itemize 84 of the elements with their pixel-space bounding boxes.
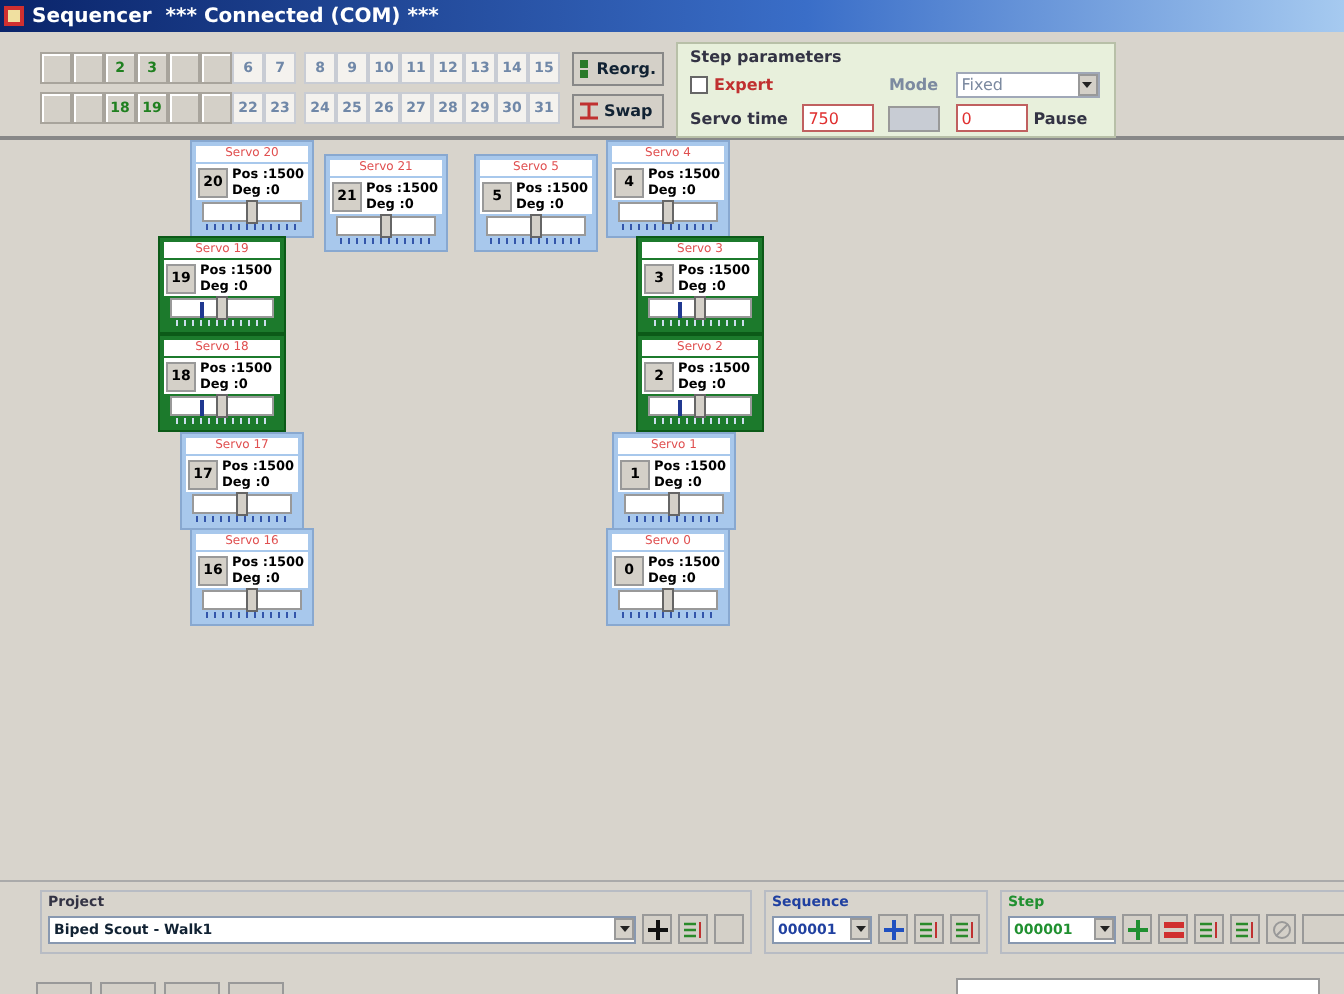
servo-slider[interactable] — [648, 396, 752, 416]
servo-toggle-button[interactable] — [40, 92, 72, 124]
tick-marks — [622, 224, 714, 232]
slider-thumb[interactable] — [662, 200, 674, 224]
equals-icon — [1163, 921, 1183, 937]
mode-label: Mode — [888, 76, 941, 94]
reorder-button[interactable] — [914, 914, 944, 944]
reorder-button[interactable] — [1194, 914, 1224, 944]
servo-slider[interactable] — [336, 216, 436, 236]
reorder-button[interactable] — [678, 914, 708, 944]
servo-slider[interactable] — [624, 494, 724, 514]
caret-icon — [619, 926, 629, 932]
servo-slider[interactable] — [202, 202, 302, 222]
toggle-button[interactable] — [888, 105, 941, 131]
pause-label: Pause — [1033, 109, 1088, 127]
app-icon — [4, 6, 24, 26]
tick-marks — [654, 418, 746, 426]
prohibited-icon — [1271, 919, 1291, 939]
servo-toggle-button[interactable] — [40, 52, 72, 84]
swap-button[interactable]: Swap — [572, 94, 664, 128]
tick-marks — [654, 320, 746, 328]
dropdown-button[interactable] — [1094, 918, 1114, 940]
servo-slider[interactable] — [192, 494, 292, 514]
servo-slider[interactable] — [618, 202, 718, 222]
plus-icon — [647, 919, 667, 939]
tick-marks — [622, 612, 714, 620]
caret-icon — [1082, 82, 1093, 88]
grid-icon — [580, 60, 591, 78]
servo-toggle-button[interactable] — [168, 52, 200, 84]
reorg-button[interactable]: Reorg. — [572, 52, 664, 86]
reorder-icon — [919, 919, 939, 939]
tick-marks — [206, 224, 298, 232]
slider-thumb[interactable] — [246, 200, 258, 224]
slider-thumb[interactable] — [236, 492, 248, 516]
caret-icon — [855, 926, 865, 932]
add-button[interactable] — [642, 914, 672, 944]
reorder-button[interactable] — [950, 914, 980, 944]
tick-marks — [176, 418, 268, 426]
tick-marks — [628, 516, 720, 524]
window-title: Sequencer *** Connected (COM) *** — [0, 0, 1344, 32]
slider-thumb[interactable] — [246, 588, 258, 612]
slider-thumb[interactable] — [694, 296, 706, 320]
servo-toggle-button[interactable] — [72, 92, 104, 124]
group-title: Step parameters — [690, 48, 844, 66]
reorder-icon — [683, 919, 703, 939]
slider-thumb[interactable] — [694, 394, 706, 418]
plus-icon — [1127, 919, 1147, 939]
reorder-button[interactable] — [1230, 914, 1260, 944]
slider-thumb[interactable] — [662, 588, 674, 612]
caret-icon — [1099, 926, 1109, 932]
tick-marks — [176, 320, 268, 328]
servo-toggle-button[interactable] — [168, 92, 200, 124]
slider-thumb[interactable] — [668, 492, 680, 516]
servo-slider[interactable] — [486, 216, 586, 236]
slider-thumb[interactable] — [380, 214, 392, 238]
reorder-icon — [955, 919, 975, 939]
servo-slider[interactable] — [648, 298, 752, 318]
pause-field[interactable]: 0 — [955, 104, 1028, 132]
tick-marks — [340, 238, 432, 246]
servo-slider[interactable] — [170, 396, 274, 416]
servo-toggle-button[interactable] — [200, 52, 232, 84]
slider-thumb[interactable] — [216, 296, 228, 320]
servo-slider[interactable] — [170, 298, 274, 318]
slider-thumb[interactable] — [530, 214, 542, 238]
reorder-icon — [1199, 919, 1219, 939]
swap-icon — [580, 102, 598, 120]
dropdown-button[interactable] — [1077, 74, 1098, 96]
servo-time-field[interactable]: 750 — [802, 104, 875, 132]
tick-marks — [490, 238, 582, 246]
slider-thumb[interactable] — [216, 394, 228, 418]
servo-toggle-button[interactable] — [200, 92, 232, 124]
tick-marks — [206, 612, 298, 620]
servo-slider[interactable] — [202, 590, 302, 610]
servo-toggle-button[interactable] — [72, 52, 104, 84]
expert-checkbox[interactable]: Expert — [690, 76, 791, 94]
dropdown-button[interactable] — [614, 918, 634, 940]
equals-button[interactable] — [1158, 914, 1188, 944]
mode-select[interactable]: Fixed — [955, 72, 1100, 98]
servo-slider[interactable] — [618, 590, 718, 610]
plus-icon — [883, 919, 903, 939]
servo-time-label: Servo time — [690, 109, 790, 127]
dropdown-button[interactable] — [850, 918, 870, 940]
reorder-icon — [1235, 919, 1255, 939]
tick-marks — [196, 516, 288, 524]
